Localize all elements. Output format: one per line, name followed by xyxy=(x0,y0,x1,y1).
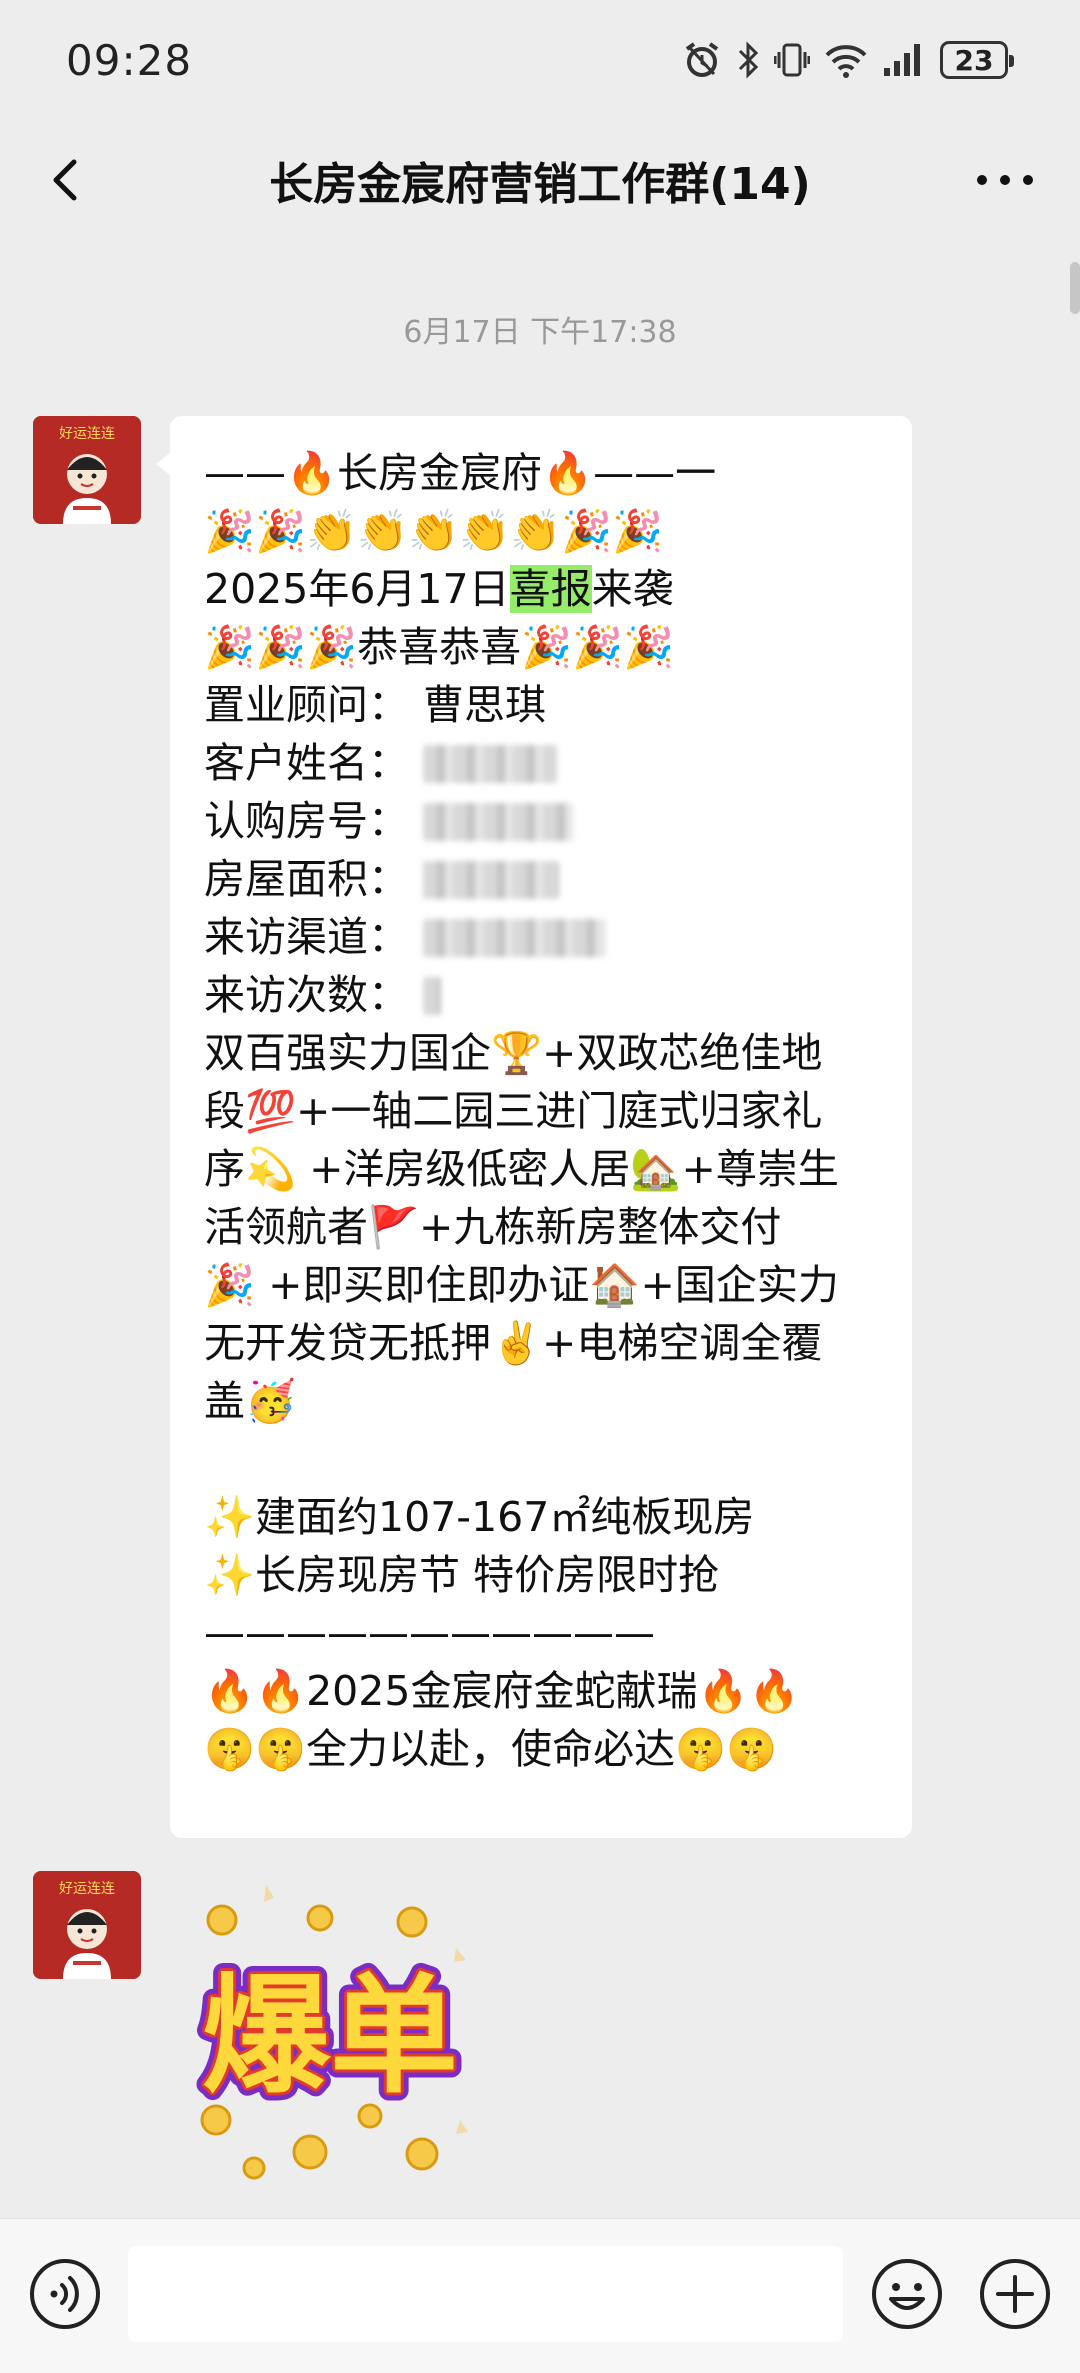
field-row: 置业顾问： 曹思琪 xyxy=(204,676,882,734)
sender-avatar[interactable]: 好运连连 xyxy=(33,1871,141,1979)
alarm-icon xyxy=(685,42,719,77)
field-row: 来访次数： xyxy=(204,966,882,1024)
wifi-icon xyxy=(825,45,867,78)
message-emoji-row: 🎉🎉👏👏👏👏👏🎉🎉 xyxy=(204,507,664,555)
message-body-line: 🎉 +即买即住即办证🏠+国企实力 xyxy=(204,1261,839,1309)
bluetooth-icon xyxy=(738,41,759,79)
message-body-line: 活领航者🚩+九栋新房整体交付 xyxy=(204,1203,782,1251)
message-input[interactable] xyxy=(128,2246,843,2342)
chat-title: 长房金宸府营销工作群(14) xyxy=(269,159,811,210)
field-label: 置业顾问： xyxy=(204,681,409,729)
field-row: 房屋面积： xyxy=(204,850,882,908)
message-date-suffix: 来袭 xyxy=(591,565,674,613)
sticker-caption-inner: 爆单 xyxy=(202,1962,458,2111)
avatar-caption: 好运连连 xyxy=(59,1881,115,1897)
voice-icon[interactable] xyxy=(28,2257,102,2331)
highlighted-keyword[interactable]: 喜报 xyxy=(509,565,592,613)
sender-avatar[interactable]: 好运连连 xyxy=(33,416,141,524)
redacted-value xyxy=(423,803,573,841)
message-body-line: 序💫 +洋房级低密人居🏡+尊崇生 xyxy=(204,1145,839,1193)
status-bar: 09:28 23 xyxy=(0,0,1080,120)
feature-line: ✨建面约107-167㎡纯板现房 xyxy=(204,1493,755,1541)
field-value: 曹思琪 xyxy=(423,681,546,729)
redacted-value xyxy=(423,745,557,783)
message-congrats: 🎉🎉🎉恭喜恭喜🎉🎉🎉 xyxy=(204,623,675,671)
message-timestamp: 6月17日 下午17:38 xyxy=(403,315,677,350)
sticker-image[interactable]: 爆单 爆单 xyxy=(160,1868,500,2208)
message-date-line: 2025年6月17日喜报来袭 xyxy=(204,560,882,618)
field-label: 来访次数： xyxy=(204,971,409,1019)
signal-icon xyxy=(884,44,920,76)
field-row: 客户姓名： xyxy=(204,734,882,792)
message-header: ——🔥长房金宸府🔥——一 xyxy=(204,449,717,497)
field-label: 房屋面积： xyxy=(204,855,409,903)
redacted-value xyxy=(423,977,441,1015)
message-body-line: 双百强实力国企🏆+双政芯绝佳地 xyxy=(204,1029,823,1077)
field-row: 认购房号： xyxy=(204,792,882,850)
footer-line: 🔥🔥2025金宸府金蛇献瑞🔥🔥 xyxy=(204,1667,800,1715)
battery-level: 23 xyxy=(954,43,994,77)
status-time: 09:28 xyxy=(66,36,193,85)
field-label: 客户姓名： xyxy=(204,739,409,787)
nav-bar: 长房金宸府营销工作群(14) xyxy=(0,120,1080,240)
field-label: 来访渠道： xyxy=(204,913,409,961)
battery-icon: 23 xyxy=(940,41,1014,79)
message-bubble[interactable]: ——🔥长房金宸府🔥——一 🎉🎉👏👏👏👏👏🎉🎉 2025年6月17日喜报来袭 🎉🎉… xyxy=(156,416,912,1838)
message-body-line: 盖🥳 xyxy=(204,1377,297,1425)
plus-icon[interactable] xyxy=(978,2257,1052,2331)
chevron-left-icon[interactable] xyxy=(38,150,98,210)
redacted-value xyxy=(423,861,559,899)
vibrate-icon xyxy=(774,43,810,77)
redacted-value xyxy=(423,919,605,957)
divider-line: ——————————— xyxy=(204,1609,655,1657)
message-body-line: 无开发贷无抵押✌️+电梯空调全覆 xyxy=(204,1319,823,1367)
feature-line: ✨长房现房节 特价房限时抢 xyxy=(204,1551,720,1599)
more-dots-icon[interactable] xyxy=(970,160,1040,200)
avatar-caption: 好运连连 xyxy=(59,426,115,442)
input-bar xyxy=(0,2218,1080,2373)
message-body-line: 段💯+一轴二园三进门庭式归家礼 xyxy=(204,1087,823,1135)
field-label: 认购房号： xyxy=(204,797,409,845)
status-icons: 23 xyxy=(682,38,1014,82)
footer-line: 🤫🤫全力以赴，使命必达🤫🤫 xyxy=(204,1725,778,1773)
field-row: 来访渠道： xyxy=(204,908,882,966)
message-date: 2025年6月17日 xyxy=(204,565,510,613)
emoji-icon[interactable] xyxy=(870,2257,944,2331)
